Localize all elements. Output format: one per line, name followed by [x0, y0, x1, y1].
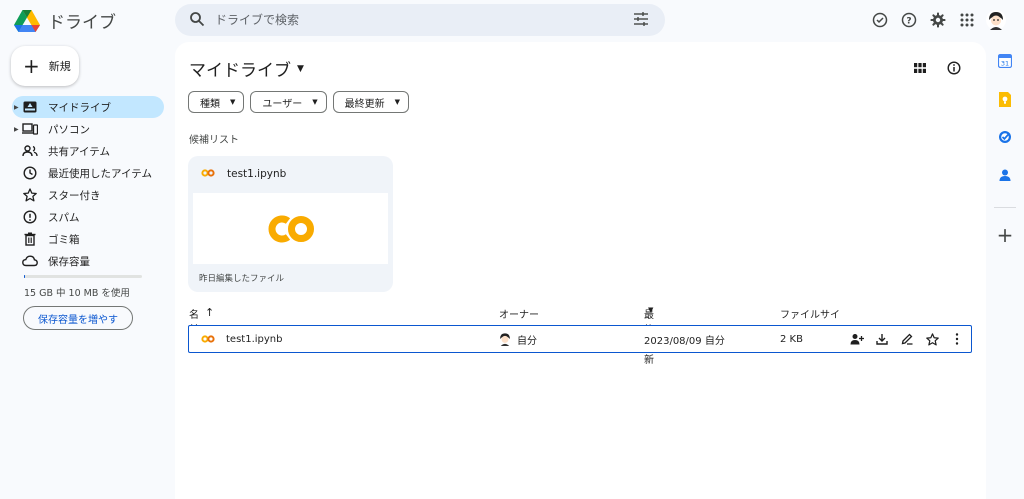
filter-people-label: ユーザー — [262, 98, 303, 110]
settings-icon[interactable] — [928, 10, 948, 30]
main-panel: マイドライブ ▼ 種類 ▼ ユーザー ▼ 最終更新 ▼ 候補リスト test1.… — [175, 42, 986, 499]
sidebar-item-computers[interactable]: ▶ パソコン — [12, 118, 164, 140]
sidebar-item-label: 共有アイテム — [48, 145, 110, 158]
computer-icon — [22, 121, 38, 137]
search-bar[interactable] — [175, 4, 665, 36]
dropdown-arrow-icon: ▼ — [312, 98, 318, 106]
storage-usage-bar — [24, 275, 142, 278]
card-header: test1.ipynb — [188, 156, 393, 180]
card-thumbnail — [193, 193, 388, 264]
sidebar-nav: ▶ マイドライブ ▶ パソコン 共有アイテム 最近使用したアイテム スター付き — [12, 96, 164, 272]
svg-text:31: 31 — [1001, 60, 1009, 68]
sidebar-item-recent[interactable]: 最近使用したアイテム — [12, 162, 164, 184]
account-avatar[interactable] — [986, 10, 1006, 30]
filter-people[interactable]: ユーザー ▼ — [250, 91, 327, 113]
card-footer-text: 昨日編集したファイル — [199, 274, 285, 284]
sidebar-item-my-drive[interactable]: ▶ マイドライブ — [12, 96, 164, 118]
clock-icon — [22, 165, 38, 181]
rename-icon[interactable] — [897, 329, 917, 349]
keep-icon[interactable] — [996, 90, 1014, 108]
tasks-icon[interactable] — [996, 128, 1014, 146]
sidebar-item-label: ゴミ箱 — [48, 233, 80, 246]
more-options-icon[interactable] — [947, 329, 967, 349]
sidebar-item-label: 保存容量 — [48, 255, 90, 268]
sidebar-item-shared[interactable]: 共有アイテム — [12, 140, 164, 162]
colab-logo-icon — [268, 215, 314, 242]
sort-desc-icon: ▼ — [648, 306, 654, 314]
get-more-storage-button[interactable]: 保存容量を増やす — [23, 306, 133, 330]
suggested-file-card[interactable]: test1.ipynb 昨日編集したファイル — [188, 156, 393, 292]
table-row[interactable]: test1.ipynb 自分 2023/08/09 自分 2 KB — [188, 325, 972, 353]
calendar-icon[interactable]: 31 — [996, 52, 1014, 70]
sidebar-item-trash[interactable]: ゴミ箱 — [12, 228, 164, 250]
sidebar-item-storage[interactable]: 保存容量 — [12, 250, 164, 272]
view-controls — [896, 58, 964, 78]
column-size-header[interactable]: ファイルサイ — [780, 306, 840, 321]
search-options-icon[interactable] — [633, 11, 649, 29]
star-icon[interactable] — [922, 329, 942, 349]
filter-chips: 種類 ▼ ユーザー ▼ 最終更新 ▼ — [188, 91, 415, 113]
sidebar-item-label: スター付き — [48, 189, 101, 202]
page-title-text: マイドライブ — [189, 61, 291, 81]
page-title[interactable]: マイドライブ ▼ — [189, 56, 304, 81]
colab-file-icon — [201, 168, 215, 180]
file-table-header: 名前↑ オーナー 最終更新▼ ファイルサイ — [189, 306, 972, 366]
dropdown-arrow-icon: ▼ — [230, 98, 236, 106]
filter-type[interactable]: 種類 ▼ — [188, 91, 245, 113]
row-file-name: test1.ipynb — [226, 333, 283, 345]
expand-caret-icon[interactable]: ▶ — [14, 126, 22, 133]
new-button[interactable]: + 新規 — [11, 46, 79, 86]
plus-icon: + — [23, 54, 40, 78]
sidebar-item-starred[interactable]: スター付き — [12, 184, 164, 206]
filter-type-label: 種類 — [200, 98, 220, 110]
shared-icon — [22, 143, 38, 159]
search-input[interactable] — [215, 13, 633, 27]
info-icon[interactable] — [944, 58, 964, 78]
drive-logo-icon — [14, 9, 40, 32]
row-actions — [842, 326, 967, 352]
filter-modified[interactable]: 最終更新 ▼ — [332, 91, 409, 113]
grid-view-icon[interactable] — [910, 58, 930, 78]
suggested-section-title: 候補リスト — [189, 135, 239, 146]
row-owner: 自分 — [517, 335, 537, 347]
sidebar-item-label: パソコン — [48, 123, 90, 136]
spam-icon — [22, 209, 38, 225]
row-size: 2 KB — [780, 333, 803, 345]
colab-file-icon — [201, 326, 215, 352]
apps-grid-icon[interactable] — [957, 10, 977, 30]
dropdown-arrow-icon: ▼ — [394, 98, 400, 106]
drive-logo[interactable]: ドライブ — [14, 8, 116, 33]
contacts-icon[interactable] — [996, 166, 1014, 184]
trash-icon — [22, 231, 38, 247]
svg-text:?: ? — [906, 17, 911, 27]
sort-ascending-icon[interactable]: ↑ — [205, 306, 214, 319]
help-icon[interactable]: ? — [899, 10, 919, 30]
sidebar-item-label: 最近使用したアイテム — [48, 167, 152, 180]
star-icon — [22, 187, 38, 203]
header-actions: ? — [870, 10, 1006, 30]
new-button-label: 新規 — [48, 60, 71, 73]
share-person-add-icon[interactable] — [847, 329, 867, 349]
add-addon-plus-icon[interactable]: + — [996, 223, 1014, 247]
cloud-icon — [22, 253, 38, 269]
app-name: ドライブ — [48, 13, 116, 33]
download-icon[interactable] — [872, 329, 892, 349]
side-panel: 31 + — [986, 42, 1024, 499]
side-panel-divider — [994, 207, 1016, 208]
filter-modified-label: 最終更新 — [344, 98, 385, 110]
owner-avatar — [498, 326, 512, 352]
sidebar-item-spam[interactable]: スパム — [12, 206, 164, 228]
expand-caret-icon[interactable]: ▶ — [14, 104, 22, 111]
chevron-down-icon: ▼ — [297, 63, 304, 74]
sidebar-item-label: スパム — [48, 211, 80, 224]
row-modified: 2023/08/09 自分 — [644, 335, 725, 347]
storage-usage-text: 15 GB 中 10 MB を使用 — [24, 288, 130, 299]
sidebar-item-label: マイドライブ — [48, 101, 111, 114]
column-owner-header[interactable]: オーナー — [499, 306, 539, 321]
card-file-name: test1.ipynb — [227, 168, 287, 180]
offline-ready-icon[interactable] — [870, 10, 890, 30]
search-icon[interactable] — [189, 11, 205, 30]
storage-usage-fill — [24, 275, 26, 278]
my-drive-icon — [22, 99, 38, 115]
